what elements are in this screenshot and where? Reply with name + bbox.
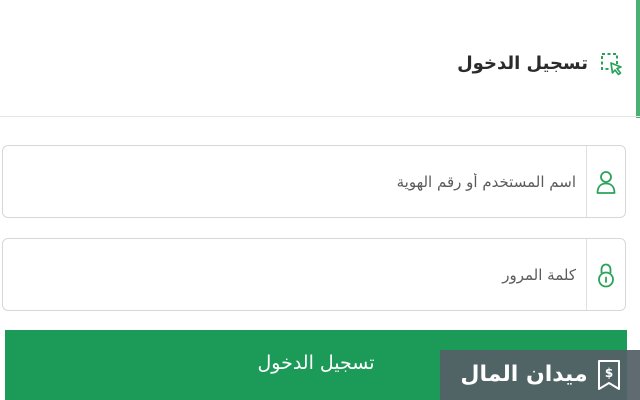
username-field[interactable] (2, 145, 626, 218)
login-button-label: تسجيل الدخول (257, 352, 375, 374)
page-title: تسجيل الدخول (457, 53, 588, 74)
password-field[interactable] (2, 238, 626, 311)
watermark-badge: $ ميدان المال (440, 350, 640, 400)
password-input[interactable] (3, 239, 586, 310)
login-header: تسجيل الدخول (26, 38, 626, 90)
username-input[interactable] (3, 146, 586, 217)
logo-icon: $ (596, 358, 622, 392)
lock-icon (586, 239, 625, 310)
cursor-select-icon (598, 50, 626, 78)
logo-text: $ (604, 366, 612, 380)
header-divider (0, 116, 640, 117)
right-accent-bar (636, 0, 640, 118)
watermark-text: ميدان المال (460, 362, 588, 387)
user-icon (586, 146, 625, 217)
